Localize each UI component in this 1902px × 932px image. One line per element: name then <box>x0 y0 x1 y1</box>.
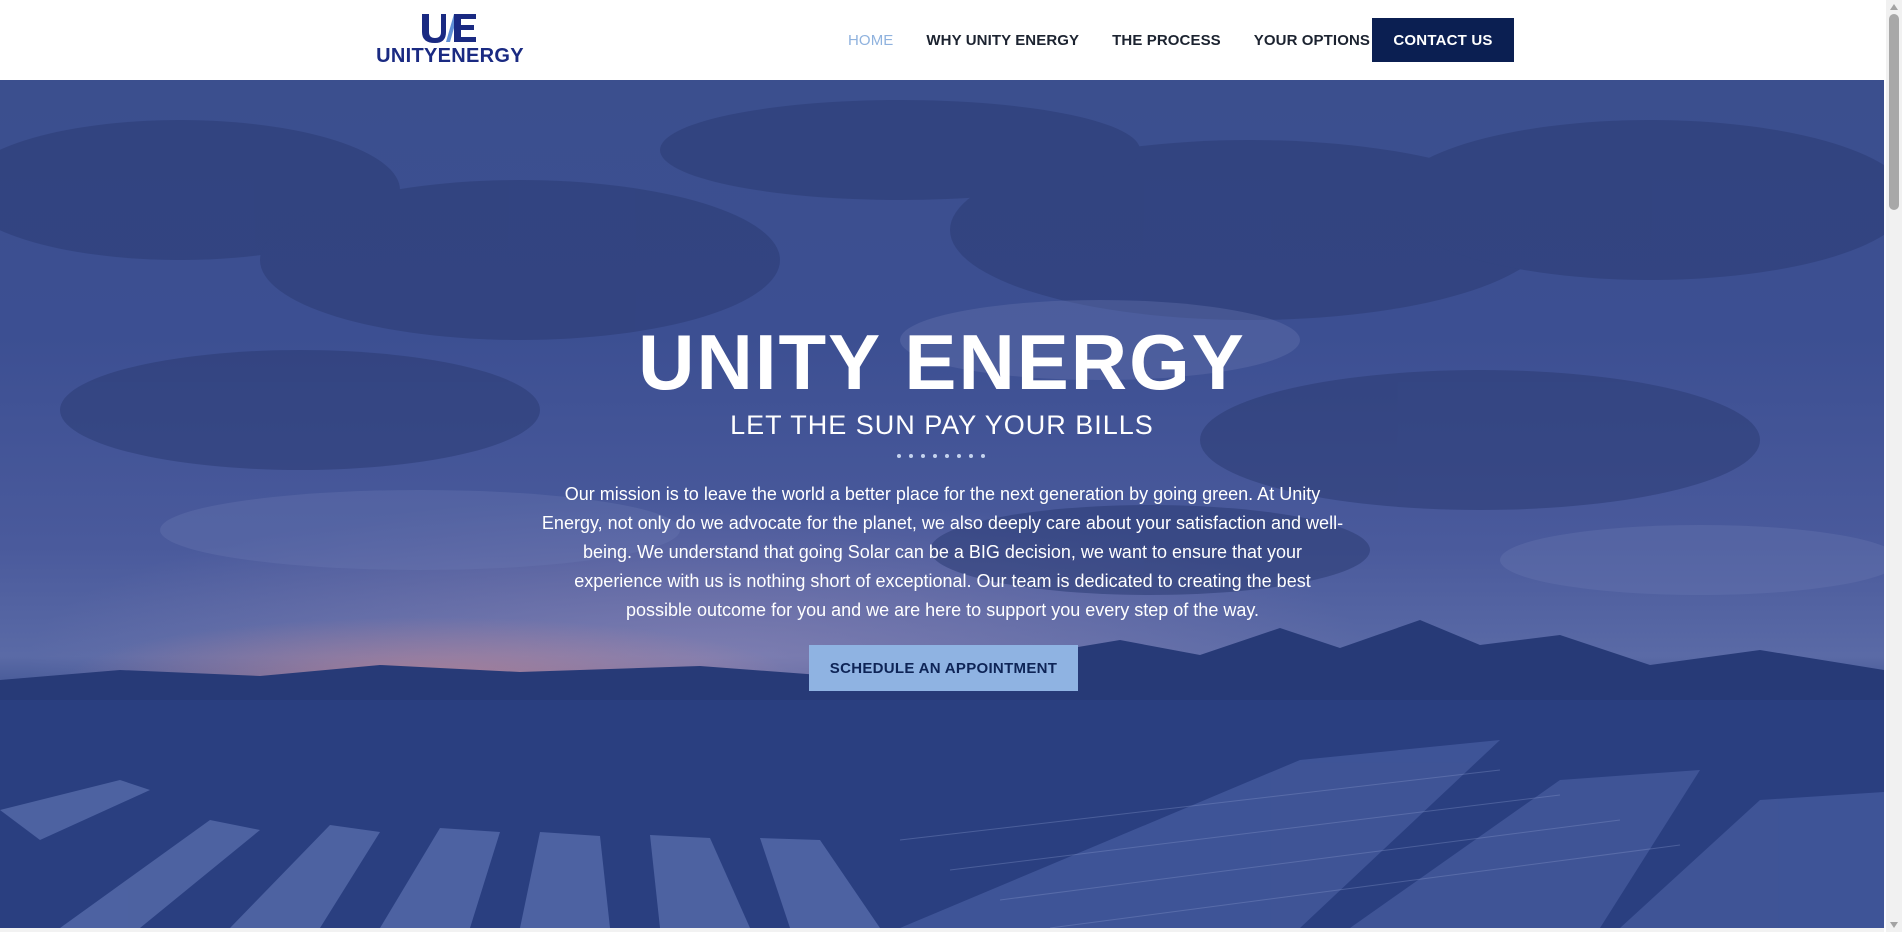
hero-title: UNITY ENERGY <box>638 318 1246 406</box>
scroll-up-arrow-icon[interactable] <box>1890 4 1898 10</box>
contact-us-button[interactable]: CONTACT US <box>1372 18 1514 62</box>
ue-monogram-icon <box>422 14 476 43</box>
scrollbar-thumb[interactable] <box>1889 14 1899 210</box>
mission-statement: Our mission is to leave the world a bett… <box>541 484 1344 620</box>
dotted-divider <box>897 454 993 458</box>
site-header: UNITYENERGY HOME WHY UNITY ENERGY THE PR… <box>0 0 1884 80</box>
logo-wordmark: UNITYENERGY <box>376 45 524 67</box>
nav-your-options[interactable]: YOUR OPTIONS <box>1254 32 1370 49</box>
unity-energy-logo[interactable]: UNITYENERGY <box>374 12 526 68</box>
nav-home[interactable]: HOME <box>848 32 893 49</box>
hero-subtitle: LET THE SUN PAY YOUR BILLS <box>730 410 1154 440</box>
schedule-appointment-button[interactable]: SCHEDULE AN APPOINTMENT <box>809 645 1078 691</box>
page-bottom-edge <box>0 928 1884 932</box>
hero-section: UNITY ENERGY LET THE SUN PAY YOUR BILLS … <box>0 80 1884 928</box>
main-nav: HOME WHY UNITY ENERGY THE PROCESS YOUR O… <box>848 0 1403 80</box>
vertical-scrollbar[interactable] <box>1886 0 1902 932</box>
nav-why-unity-energy[interactable]: WHY UNITY ENERGY <box>926 32 1079 49</box>
nav-the-process[interactable]: THE PROCESS <box>1112 32 1221 49</box>
scroll-down-arrow-icon[interactable] <box>1890 922 1898 928</box>
